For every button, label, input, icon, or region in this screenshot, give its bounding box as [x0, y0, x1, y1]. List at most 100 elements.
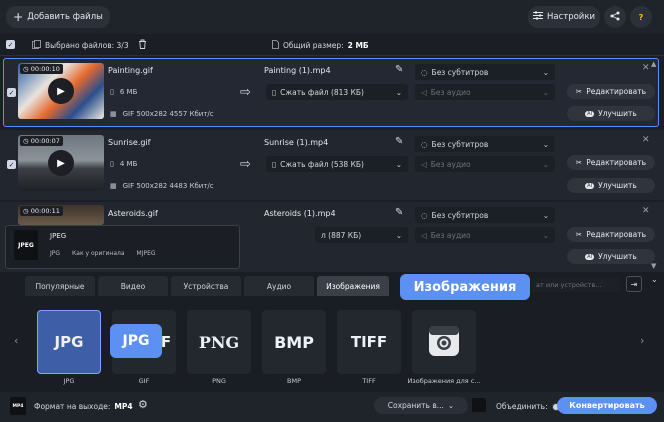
- popup-preset-row[interactable]: JPG Как у оригинала MJPEG: [50, 250, 156, 257]
- subtitles-dropdown[interactable]: ◌ Без субтитров ⌄: [415, 207, 555, 223]
- collapse-panel-button[interactable]: ⌄: [651, 275, 658, 284]
- source-info-text: GIF 500x282 4483 Кбит/с: [122, 182, 214, 190]
- files-icon: [32, 40, 41, 51]
- subtitles-text: Без субтитров: [431, 139, 489, 149]
- remove-file-button[interactable]: ✕: [642, 206, 650, 216]
- total-size-info: Общий размер: 2 МБ: [272, 40, 369, 51]
- scissors-icon: ✂: [575, 87, 583, 96]
- convert-button[interactable]: Конвертировать: [557, 397, 657, 414]
- edit-button[interactable]: ✂ Редактировать: [567, 227, 655, 242]
- format-label-social-images: Изображения для с...: [407, 377, 481, 385]
- clock-icon: ◷: [23, 207, 29, 215]
- speaker-muted-icon: ◁: [421, 230, 427, 240]
- rename-button[interactable]: ✎: [395, 136, 403, 147]
- remove-file-button[interactable]: ✕: [642, 63, 650, 73]
- share-button[interactable]: [604, 6, 626, 28]
- output-format-value: MP4: [114, 402, 133, 411]
- format-search-input[interactable]: ат или устройств...: [532, 278, 620, 292]
- audio-dropdown[interactable]: ◁ Без аудио ⌄: [415, 227, 555, 243]
- add-files-button[interactable]: + Добавить файлы: [6, 6, 110, 28]
- edit-button[interactable]: ✂ Редактировать: [567, 155, 655, 170]
- tab-audio[interactable]: Аудио: [244, 276, 314, 296]
- tiff-icon: TIFF: [350, 333, 388, 351]
- output-file-name: Sunrise (1).mp4: [264, 138, 329, 147]
- format-tile-bmp[interactable]: BMP: [262, 310, 326, 374]
- duration-text: 00:00:11: [30, 207, 60, 215]
- subtitles-text: Без субтитров: [431, 67, 489, 77]
- close-icon: ✕: [642, 63, 650, 73]
- output-settings-button[interactable]: ⚙: [138, 398, 148, 411]
- file-checkbox[interactable]: ✓: [7, 160, 16, 169]
- file-icon: [272, 40, 279, 51]
- ai-icon: AI: [585, 253, 595, 260]
- merge-toggle-group: Объединить:: [496, 402, 566, 411]
- remove-file-button[interactable]: ✕: [642, 135, 650, 145]
- chevron-down-icon: ⌄: [542, 230, 549, 240]
- scroll-down-arrow[interactable]: ▼: [651, 262, 656, 270]
- chevron-down-icon: ⌄: [395, 87, 402, 97]
- scissors-icon: ✂: [575, 158, 583, 167]
- tab-video[interactable]: Видео: [98, 276, 168, 296]
- grid-icon: ▦: [110, 110, 117, 118]
- edit-label: Редактировать: [586, 230, 647, 239]
- rename-button[interactable]: ✎: [395, 64, 403, 75]
- folder-icon[interactable]: [472, 398, 486, 412]
- play-icon: ▶: [57, 85, 65, 97]
- file-icon: ▯: [272, 159, 277, 169]
- improve-button[interactable]: AI Улучшить: [567, 106, 655, 121]
- tab-images[interactable]: Изображения: [317, 276, 389, 296]
- tab-devices[interactable]: Устройства: [171, 276, 241, 296]
- compress-dropdown[interactable]: ▯ Сжать файл (813 КБ) ⌄: [266, 84, 408, 100]
- add-files-label: Добавить файлы: [27, 12, 103, 22]
- chevron-down-icon: ⌄: [651, 275, 658, 284]
- trash-icon: [138, 39, 147, 51]
- format-tile-social-images[interactable]: [412, 310, 476, 374]
- close-icon: ✕: [642, 135, 650, 145]
- tab-popular[interactable]: Популярные: [25, 276, 95, 296]
- subtitles-dropdown[interactable]: ◌ Без субтитров ⌄: [415, 136, 555, 152]
- source-size: ▯ 6 МБ: [110, 88, 137, 96]
- play-button[interactable]: ▶: [48, 150, 74, 176]
- popup-title: JPEG: [50, 232, 67, 240]
- file-checkbox[interactable]: ✓: [7, 88, 16, 97]
- improve-button[interactable]: AI Улучшить: [567, 178, 655, 193]
- help-button[interactable]: ?: [630, 6, 652, 28]
- delete-selected-button[interactable]: [138, 39, 147, 51]
- jpeg-icon-label: JPEG: [18, 241, 34, 249]
- convert-arrow-icon: ⇨: [240, 157, 251, 172]
- jpeg-format-icon: JPEG: [14, 230, 38, 260]
- format-tile-tiff[interactable]: TIFF: [337, 310, 401, 374]
- compress-text: Сжать файл (813 КБ): [280, 87, 364, 97]
- audio-dropdown[interactable]: ◁ Без аудио ⌄: [415, 156, 555, 172]
- speech-bubble-icon: ◌: [421, 67, 428, 77]
- source-file-name: Asteroids.gif: [108, 209, 158, 218]
- settings-button[interactable]: Настройки: [528, 6, 600, 28]
- formats-prev-arrow[interactable]: ‹: [14, 334, 18, 347]
- source-file-name: Sunrise.gif: [108, 138, 151, 147]
- formats-next-arrow[interactable]: ›: [640, 334, 644, 347]
- audio-dropdown[interactable]: ◁ Без аудио ⌄: [415, 84, 555, 100]
- format-tile-jpg[interactable]: JPG: [37, 310, 101, 374]
- compress-text: л (887 КБ): [321, 230, 362, 240]
- improve-button[interactable]: AI Улучшить: [567, 249, 655, 264]
- save-to-dropdown[interactable]: Сохранить в... ⌄: [374, 397, 468, 414]
- settings-label: Настройки: [546, 12, 595, 22]
- edit-button[interactable]: ✂ Редактировать: [567, 84, 655, 99]
- format-settings-button[interactable]: ⇥: [626, 276, 642, 292]
- format-label-tiff: TIFF: [362, 377, 376, 385]
- compress-dropdown[interactable]: ▯ Сжать файл (538 КБ) ⌄: [266, 156, 408, 172]
- gear-icon: ⚙: [138, 398, 148, 411]
- duration-badge: ◷ 00:00:11: [20, 206, 63, 216]
- rename-button[interactable]: ✎: [395, 207, 403, 218]
- pencil-icon: ✎: [395, 207, 404, 218]
- sliders-icon: [532, 11, 543, 23]
- scroll-up-arrow[interactable]: ▲: [651, 60, 656, 68]
- subtitles-dropdown[interactable]: ◌ Без субтитров ⌄: [415, 64, 555, 80]
- play-button[interactable]: ▶: [48, 78, 74, 104]
- select-all-checkbox[interactable]: ✓: [6, 40, 15, 49]
- speaker-muted-icon: ◁: [421, 87, 427, 97]
- format-tile-png[interactable]: PNG: [187, 310, 251, 374]
- compress-dropdown[interactable]: л (887 КБ) ⌄: [315, 227, 408, 243]
- edit-label: Редактировать: [586, 87, 647, 96]
- format-preset-popup: [5, 225, 240, 269]
